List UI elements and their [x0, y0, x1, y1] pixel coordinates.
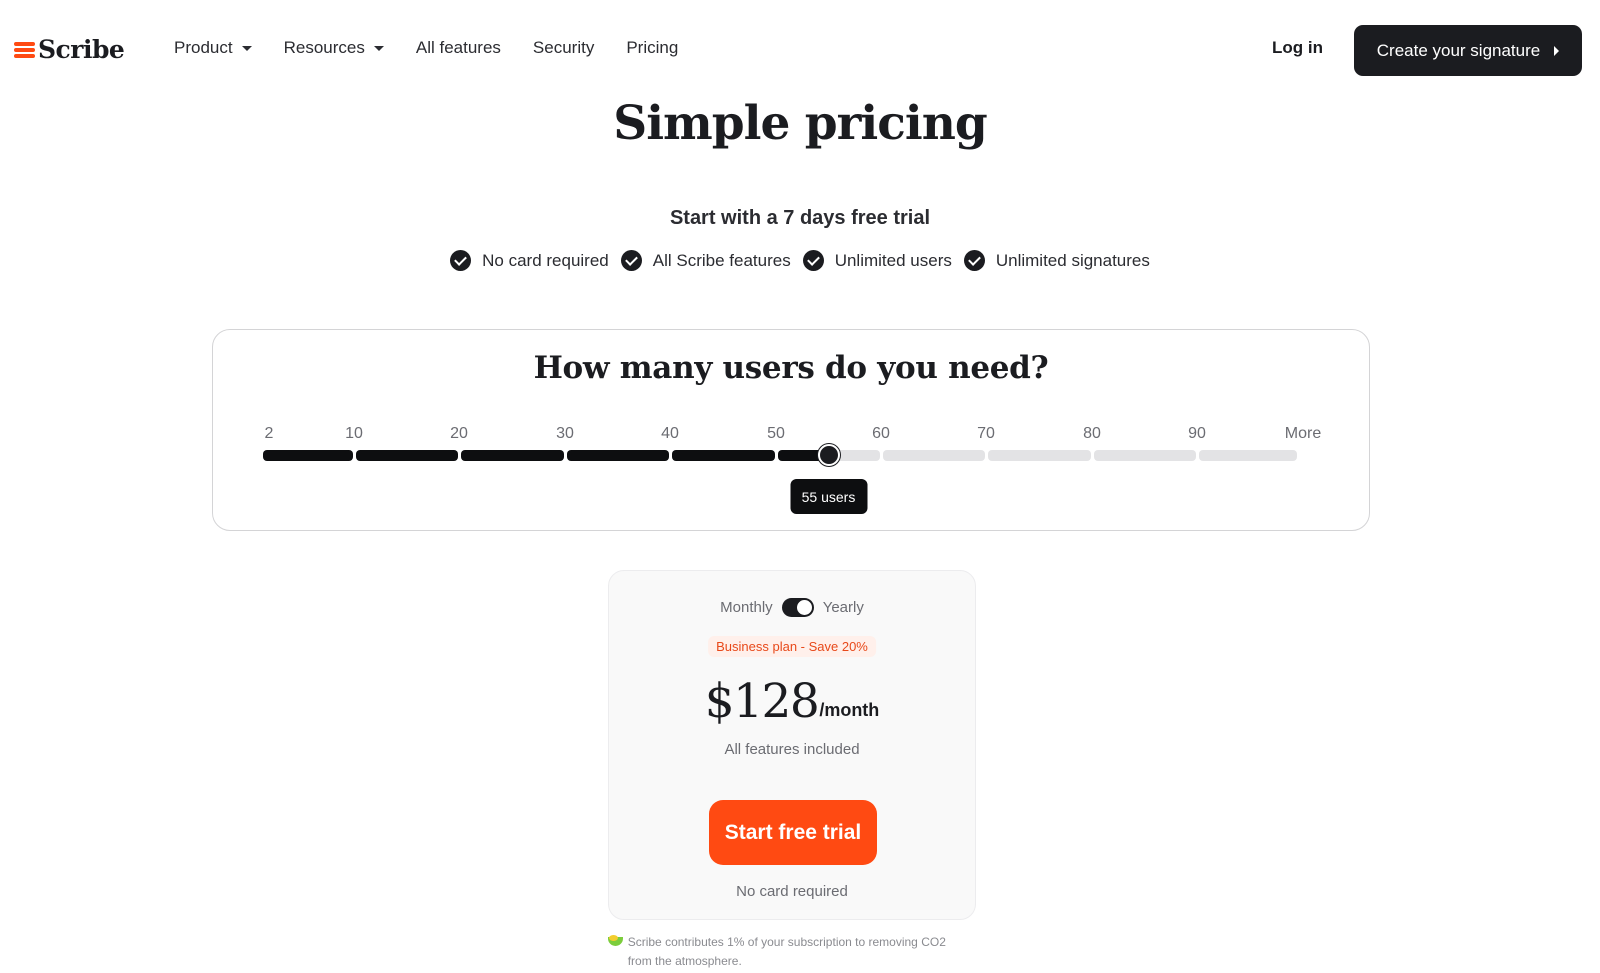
billing-toggle-row: Monthly Yearly — [609, 598, 975, 617]
nav-item-label: Pricing — [626, 38, 679, 57]
price-period: /month — [819, 700, 880, 720]
slider-tick-label: 70 — [977, 425, 995, 442]
slider-segment-empty — [882, 450, 985, 461]
page-title: Simple pricing — [613, 96, 988, 151]
nav-item-resources[interactable]: Resources — [284, 38, 384, 58]
slider-segment-filled — [671, 450, 775, 461]
billing-yearly-label[interactable]: Yearly — [823, 599, 864, 616]
perk-label: Unlimited signatures — [995, 250, 1150, 270]
price-card: Monthly Yearly Business plan - Save 20% … — [608, 570, 976, 920]
slider-tick-label: 20 — [450, 425, 468, 442]
slider-tick-label: 60 — [872, 425, 890, 442]
price-display: $128 /month — [609, 678, 975, 725]
site-header: Scribe Product Resources All features Se… — [0, 0, 1600, 100]
features-included-note: All features included — [724, 741, 860, 758]
slider-tick-label: 50 — [767, 425, 785, 442]
leaf-icon — [608, 935, 623, 947]
billing-toggle[interactable] — [781, 598, 814, 617]
slider-tick-label: 2 — [264, 425, 274, 442]
slider-tick-label: 30 — [556, 425, 574, 442]
nav-item-label: Resources — [283, 38, 365, 57]
slider-tick-label: 40 — [661, 425, 679, 442]
caret-down-icon — [241, 46, 252, 51]
users-selector-title: How many users do you need? — [533, 350, 1049, 386]
slider-tick-label: 90 — [1188, 425, 1206, 442]
toggle-knob — [796, 600, 812, 615]
check-circle-icon — [450, 250, 472, 271]
slider-segment-empty — [1198, 450, 1297, 461]
check-circle-icon — [802, 250, 824, 271]
perk-item: Unlimited signatures — [963, 250, 1150, 271]
nav-item-label: Security — [532, 38, 595, 57]
slider-tick-label: More — [1284, 425, 1322, 442]
users-selector-card: How many users do you need? 2 10 20 30 40 50 6… — [212, 329, 1370, 531]
trial-subtitle: Start with a 7 days free trial — [669, 207, 931, 229]
perk-label: Unlimited users — [834, 250, 952, 270]
start-free-trial-button[interactable]: Start free trial — [709, 800, 877, 865]
logo-text: Scribe — [38, 35, 125, 64]
arrow-right-icon — [1554, 45, 1560, 56]
slider-segment-filled — [460, 450, 564, 461]
co2-text: Scribe contributes 1% of your subscripti… — [627, 935, 946, 968]
slider-thumb[interactable] — [817, 444, 840, 466]
nav-item-label: Product — [174, 38, 233, 57]
co2-footnote: Scribe contributes 1% of your subscripti… — [608, 933, 968, 971]
create-signature-label: Create your signature — [1376, 40, 1541, 60]
nav-item-pricing[interactable]: Pricing — [626, 38, 678, 58]
slider-segment-filled — [263, 450, 353, 461]
nav-item-label: All features — [415, 38, 501, 57]
perk-label: All Scribe features — [652, 250, 791, 270]
perks-list: No card required All Scribe features Unl… — [0, 250, 1600, 271]
scribe-logo[interactable]: Scribe — [14, 35, 125, 64]
slider-tick-label: 80 — [1083, 425, 1101, 442]
scribe-logo-icon — [14, 40, 35, 60]
users-count-tooltip: 55 users — [790, 479, 867, 514]
save-badge: Business plan - Save 20% — [708, 636, 876, 657]
billing-monthly-label[interactable]: Monthly — [720, 599, 773, 616]
main-nav: Product Resources All features Security … — [174, 38, 710, 58]
perk-item: All Scribe features — [620, 250, 791, 271]
check-circle-icon — [620, 250, 642, 271]
slider-segment-empty — [1093, 450, 1196, 461]
check-circle-icon — [963, 250, 985, 271]
slider-segment-filled — [355, 450, 458, 461]
slider-tick-label: 10 — [345, 425, 363, 442]
login-link[interactable]: Log in — [1272, 38, 1323, 58]
slider-segment-filled — [566, 450, 669, 461]
caret-down-icon — [373, 46, 384, 51]
slider-segment-empty — [987, 450, 1091, 461]
perk-label: No card required — [482, 250, 609, 270]
perk-item: No card required — [450, 250, 609, 271]
price-amount: $128 — [704, 674, 820, 729]
no-card-note: No card required — [736, 883, 848, 900]
nav-item-all-features[interactable]: All features — [416, 38, 501, 58]
create-signature-button[interactable]: Create your signature — [1354, 25, 1582, 76]
nav-item-product[interactable]: Product — [174, 38, 252, 58]
perk-item: Unlimited users — [802, 250, 952, 271]
nav-item-security[interactable]: Security — [533, 38, 594, 58]
